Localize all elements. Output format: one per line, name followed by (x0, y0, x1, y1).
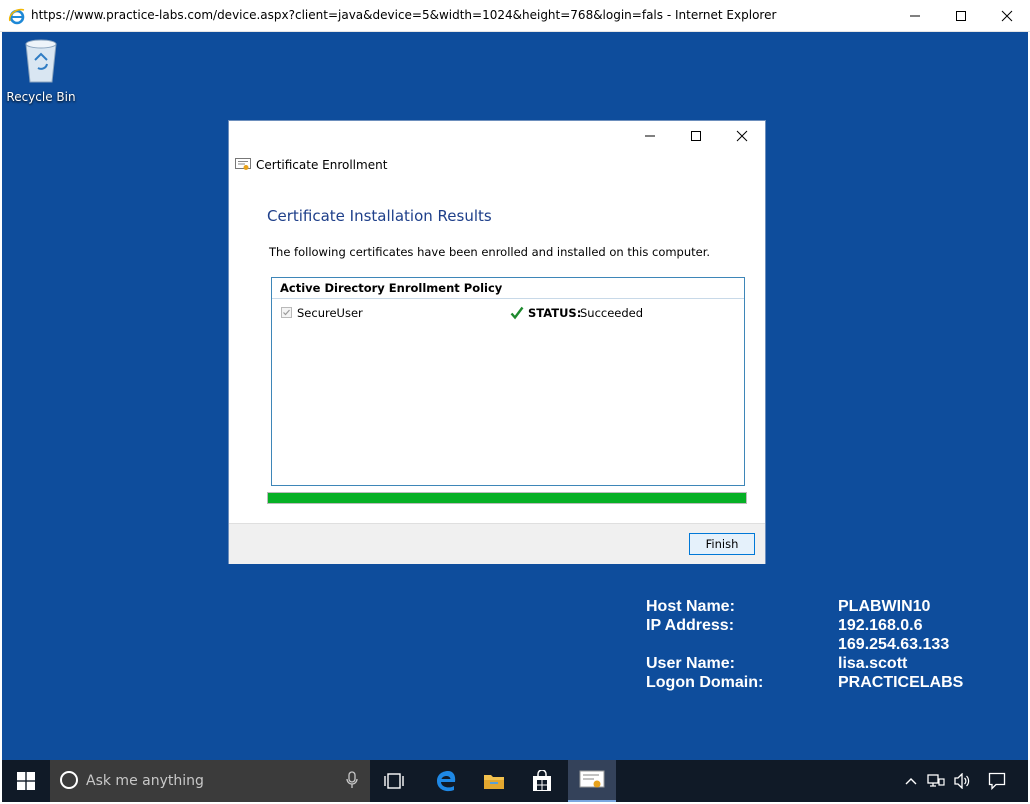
host-name-label: Host Name: (646, 598, 735, 615)
volume-button[interactable] (950, 760, 974, 802)
ip-address-value-2: 169.254.63.133 (838, 636, 950, 653)
certificate-enrollment-taskbar-button[interactable] (568, 760, 616, 802)
logon-domain-value: PRACTICELABS (838, 674, 964, 691)
certificate-icon (235, 158, 251, 170)
minimize-icon (910, 15, 920, 17)
cortana-icon (60, 771, 78, 789)
file-explorer-icon (484, 775, 504, 789)
certificate-enrollment-dialog: Certificate Enrollment Certificate Insta… (228, 120, 766, 564)
policy-header: Active Directory Enrollment Policy (272, 278, 744, 299)
action-center-button[interactable] (982, 760, 1012, 802)
maximize-icon (691, 131, 701, 141)
dialog-app-header: Certificate Enrollment (235, 158, 387, 172)
search-input[interactable] (86, 772, 336, 790)
network-icon (927, 774, 945, 787)
progress-fill (268, 493, 746, 503)
maximize-icon (956, 11, 966, 21)
dialog-minimize-button[interactable] (627, 121, 673, 151)
user-name-value: lisa.scott (838, 655, 908, 672)
minimize-icon (645, 135, 655, 137)
show-hidden-icons-button[interactable] (900, 760, 922, 802)
list-item: SecureUser STATUS: Succeeded (272, 299, 744, 325)
dialog-maximize-button[interactable] (673, 121, 719, 151)
user-name-label: User Name: (646, 655, 735, 672)
maximize-button[interactable] (938, 0, 984, 32)
close-icon (1001, 10, 1013, 22)
close-icon (736, 130, 748, 142)
edge-button[interactable] (422, 760, 470, 802)
network-button[interactable] (924, 760, 948, 802)
certificate-name: SecureUser (297, 306, 363, 320)
status-label: STATUS: (528, 306, 582, 320)
logon-domain-label: Logon Domain: (646, 674, 764, 691)
certificate-enrollment-icon (579, 770, 605, 788)
taskbar (2, 760, 1028, 802)
ip-address-value: 192.168.0.6 (838, 617, 923, 634)
volume-icon (954, 773, 970, 789)
browser-title-bar: https://www.practice-labs.com/device.asp… (0, 0, 1030, 32)
notifications-icon (988, 772, 1006, 790)
dialog-app-title: Certificate Enrollment (256, 158, 388, 172)
secureuser-checkbox[interactable] (281, 307, 292, 318)
dialog-heading: Certificate Installation Results (267, 207, 492, 225)
recycle-bin[interactable]: Recycle Bin (6, 38, 76, 104)
taskbar-search[interactable] (50, 760, 370, 802)
start-button[interactable] (2, 760, 50, 802)
ip-address-label: IP Address: (646, 617, 735, 634)
status-value: Succeeded (580, 306, 644, 320)
host-name-value: PLABWIN10 (838, 598, 931, 615)
edge-icon (437, 771, 456, 792)
enrollment-policy-list: Active Directory Enrollment Policy Secur… (271, 277, 745, 486)
progress-bar (267, 492, 747, 504)
success-check-icon (510, 305, 524, 324)
task-view-button[interactable] (370, 760, 418, 802)
close-button[interactable] (984, 0, 1030, 32)
microphone-icon[interactable] (346, 771, 358, 793)
store-icon (533, 770, 551, 791)
task-view-icon (384, 773, 404, 789)
dialog-description: The following certificates have been enr… (269, 245, 711, 259)
file-explorer-button[interactable] (470, 760, 518, 802)
recycle-bin-icon (25, 39, 57, 83)
store-button[interactable] (518, 760, 566, 802)
dialog-footer: Finish (229, 523, 765, 564)
dialog-close-button[interactable] (719, 121, 765, 151)
finish-button[interactable]: Finish (689, 533, 755, 555)
windows-logo-icon (17, 772, 35, 790)
browser-title: https://www.practice-labs.com/device.asp… (31, 8, 777, 22)
checkmark-icon (283, 309, 290, 316)
minimize-button[interactable] (892, 0, 938, 32)
chevron-up-icon (905, 778, 917, 785)
recycle-bin-label: Recycle Bin (6, 90, 76, 104)
ie-icon (8, 7, 26, 25)
